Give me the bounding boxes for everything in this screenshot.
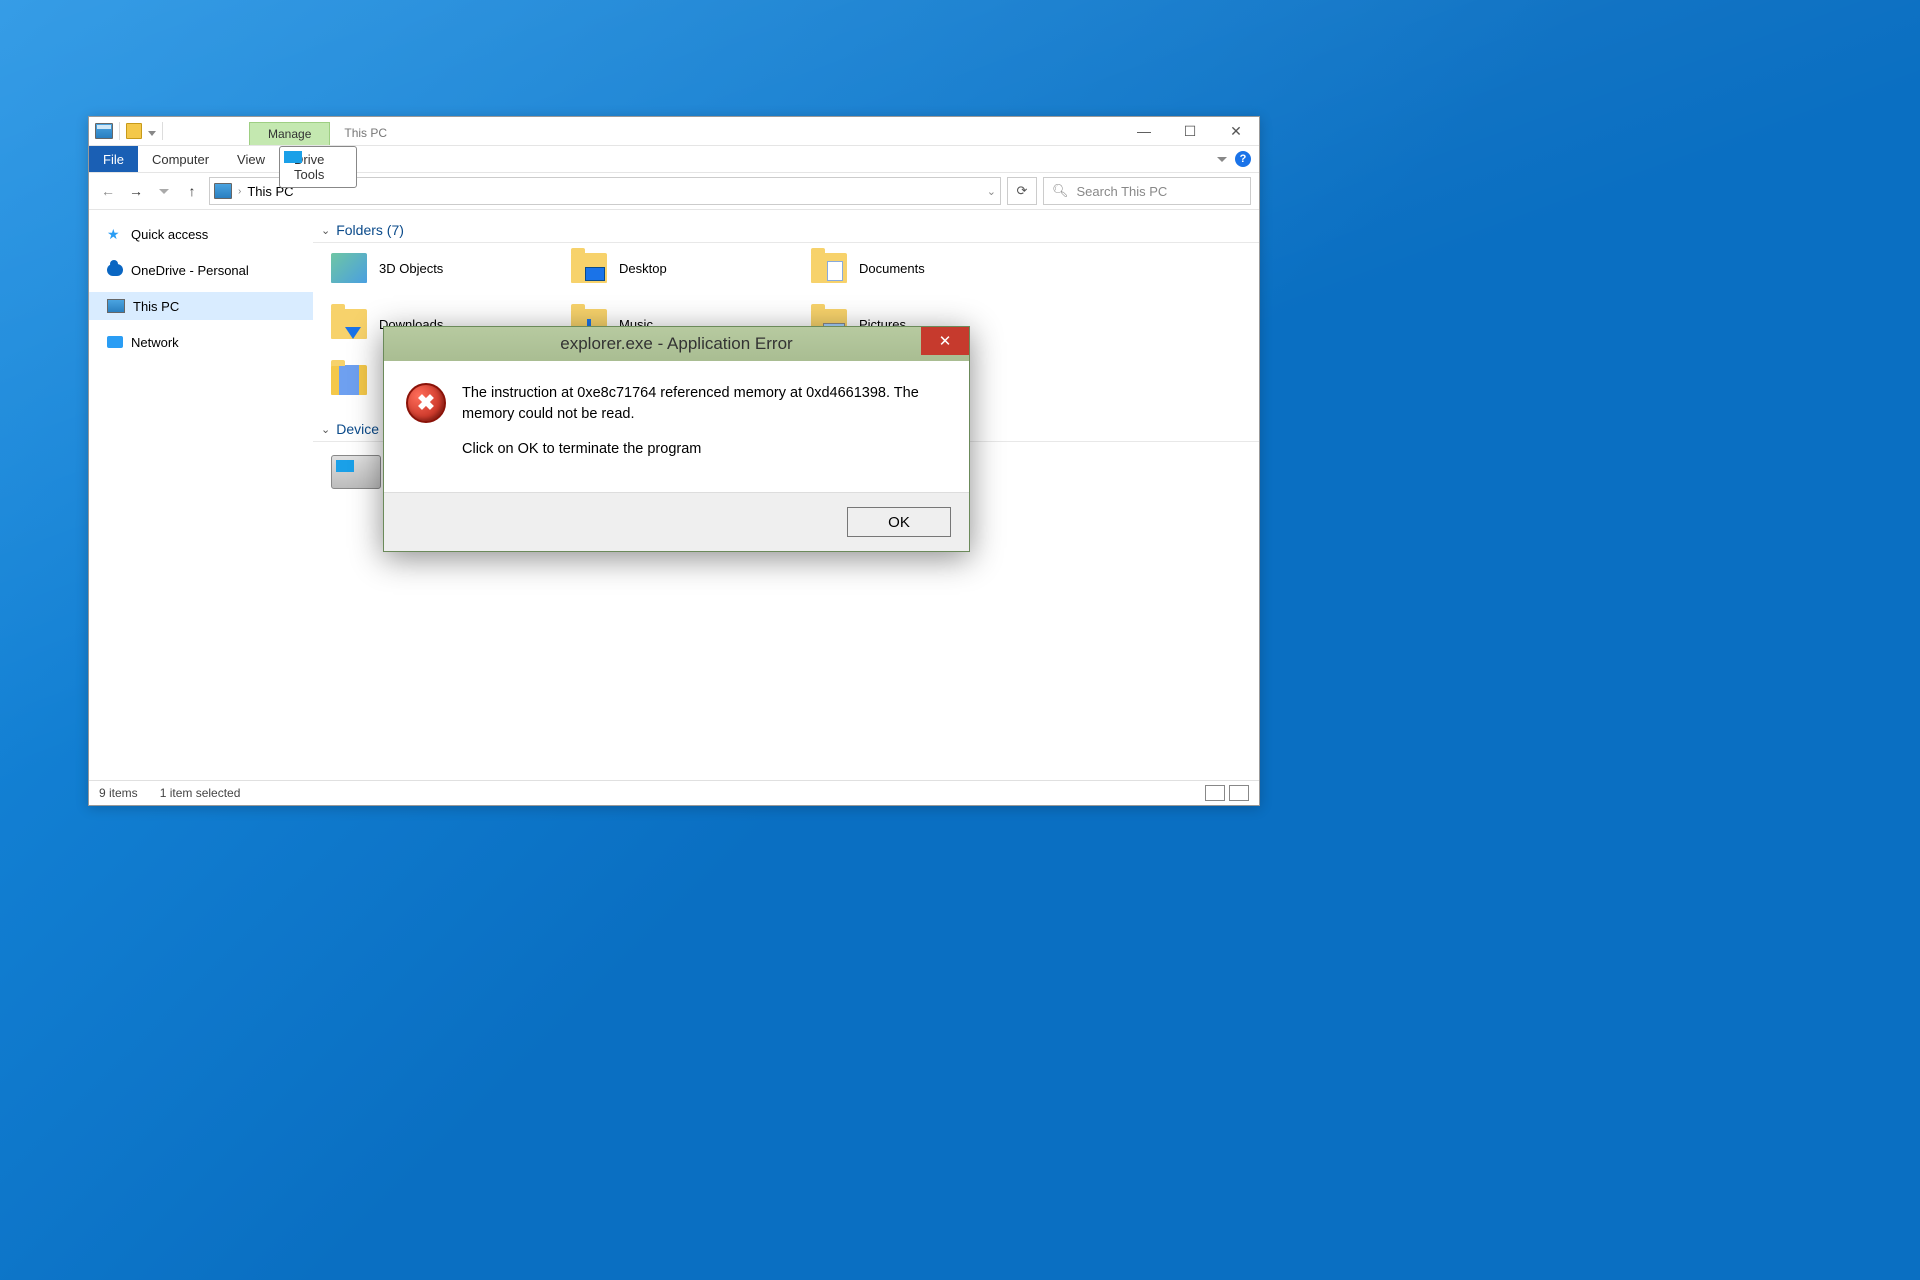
search-placeholder: Search This PC [1077, 184, 1168, 199]
ribbon-tabs: File Computer View Drive Tools ? [89, 146, 1259, 173]
separator [162, 122, 163, 140]
error-message-line1: The instruction at 0xe8c71764 referenced… [462, 383, 947, 425]
star-icon: ★ [107, 226, 123, 242]
forward-button[interactable]: → [125, 180, 147, 202]
sidebar-item-label: OneDrive - Personal [131, 263, 249, 278]
sidebar-item-onedrive[interactable]: OneDrive - Personal [89, 256, 313, 284]
dialog-body: ✖ The instruction at 0xe8c71764 referenc… [384, 361, 969, 492]
ribbon-help-area: ? [1217, 146, 1259, 172]
ok-button[interactable]: OK [847, 507, 951, 537]
folder-label: Documents [859, 261, 925, 276]
tab-file[interactable]: File [89, 146, 138, 172]
dialog-button-row: OK [384, 492, 969, 551]
address-dropdown-icon[interactable]: ⌄ [987, 185, 996, 198]
view-buttons [1205, 785, 1249, 801]
folder-label: Desktop [619, 261, 667, 276]
status-item-count: 9 items [99, 786, 138, 800]
network-icon [107, 336, 123, 348]
window-title: This PC [330, 121, 401, 145]
status-bar: 9 items 1 item selected [89, 780, 1259, 805]
qat-dropdown-icon[interactable] [148, 131, 156, 136]
drive-icon [331, 455, 381, 489]
group-header-folders[interactable]: ⌄ Folders (7) [313, 218, 1259, 243]
folder-label: 3D Objects [379, 261, 443, 276]
folder-icon [331, 365, 367, 395]
folder-icon [331, 309, 367, 339]
tab-computer[interactable]: Computer [138, 146, 223, 172]
dialog-text: The instruction at 0xe8c71764 referenced… [462, 383, 947, 474]
recent-dropdown-icon[interactable] [153, 180, 175, 202]
chevron-down-icon: ⌄ [321, 224, 330, 237]
sidebar-item-quick-access[interactable]: ★ Quick access [89, 220, 313, 248]
window-controls: — ☐ ✕ [1121, 117, 1259, 145]
title-bar: Manage This PC — ☐ ✕ [89, 117, 1259, 146]
context-tab-manage[interactable]: Manage [249, 122, 330, 145]
error-message-line2: Click on OK to terminate the program [462, 439, 947, 460]
sidebar-item-label: This PC [133, 299, 179, 314]
group-header-label: Device [336, 421, 379, 437]
dialog-close-button[interactable]: ✕ [921, 327, 969, 355]
up-button[interactable]: ↑ [181, 180, 203, 202]
tab-view[interactable]: View [223, 146, 279, 172]
sidebar-item-this-pc[interactable]: This PC [89, 292, 313, 320]
error-dialog: explorer.exe - Application Error ✕ ✖ The… [383, 326, 970, 552]
dialog-title-bar[interactable]: explorer.exe - Application Error ✕ [384, 327, 969, 361]
folder-item-3d-objects[interactable]: 3D Objects [331, 249, 571, 287]
dialog-title: explorer.exe - Application Error [560, 334, 792, 354]
folder-icon [331, 253, 367, 283]
error-icon: ✖ [406, 383, 446, 423]
back-button[interactable]: ← [97, 180, 119, 202]
sidebar-item-label: Quick access [131, 227, 208, 242]
desktop-background: Manage This PC — ☐ ✕ File Computer View … [0, 0, 1920, 1280]
cloud-icon [107, 264, 123, 276]
folder-icon [811, 253, 847, 283]
sidebar-item-label: Network [131, 335, 179, 350]
tab-drive-tools[interactable]: Drive Tools [279, 146, 357, 188]
close-button[interactable]: ✕ [1213, 117, 1259, 145]
folder-item-desktop[interactable]: Desktop [571, 249, 811, 287]
navigation-bar: ← → ↑ › This PC ⌄ ⟳ 🔍︎ Search This PC [89, 173, 1259, 210]
quick-access-toolbar [89, 117, 169, 145]
minimize-button[interactable]: — [1121, 117, 1167, 145]
folder-item-documents[interactable]: Documents [811, 249, 1051, 287]
chevron-down-icon: ⌄ [321, 423, 330, 436]
status-selection: 1 item selected [160, 786, 241, 800]
refresh-button[interactable]: ⟳ [1007, 177, 1037, 205]
search-box[interactable]: 🔍︎ Search This PC [1043, 177, 1251, 205]
separator [119, 122, 120, 140]
help-icon[interactable]: ? [1235, 151, 1251, 167]
search-icon: 🔍︎ [1052, 183, 1069, 199]
details-view-icon[interactable] [1205, 785, 1225, 801]
system-icon[interactable] [95, 123, 113, 139]
pc-icon [107, 299, 125, 313]
ribbon-collapse-icon[interactable] [1217, 157, 1227, 162]
navigation-pane: ★ Quick access OneDrive - Personal This … [89, 210, 313, 780]
this-pc-icon [214, 183, 232, 199]
maximize-button[interactable]: ☐ [1167, 117, 1213, 145]
group-header-label: Folders (7) [336, 222, 404, 238]
breadcrumb-arrow-icon: › [238, 186, 241, 197]
folder-icon [571, 253, 607, 283]
sidebar-item-network[interactable]: Network [89, 328, 313, 356]
context-tabs: Manage This PC [249, 117, 401, 145]
properties-icon[interactable] [126, 123, 142, 139]
large-icons-view-icon[interactable] [1229, 785, 1249, 801]
